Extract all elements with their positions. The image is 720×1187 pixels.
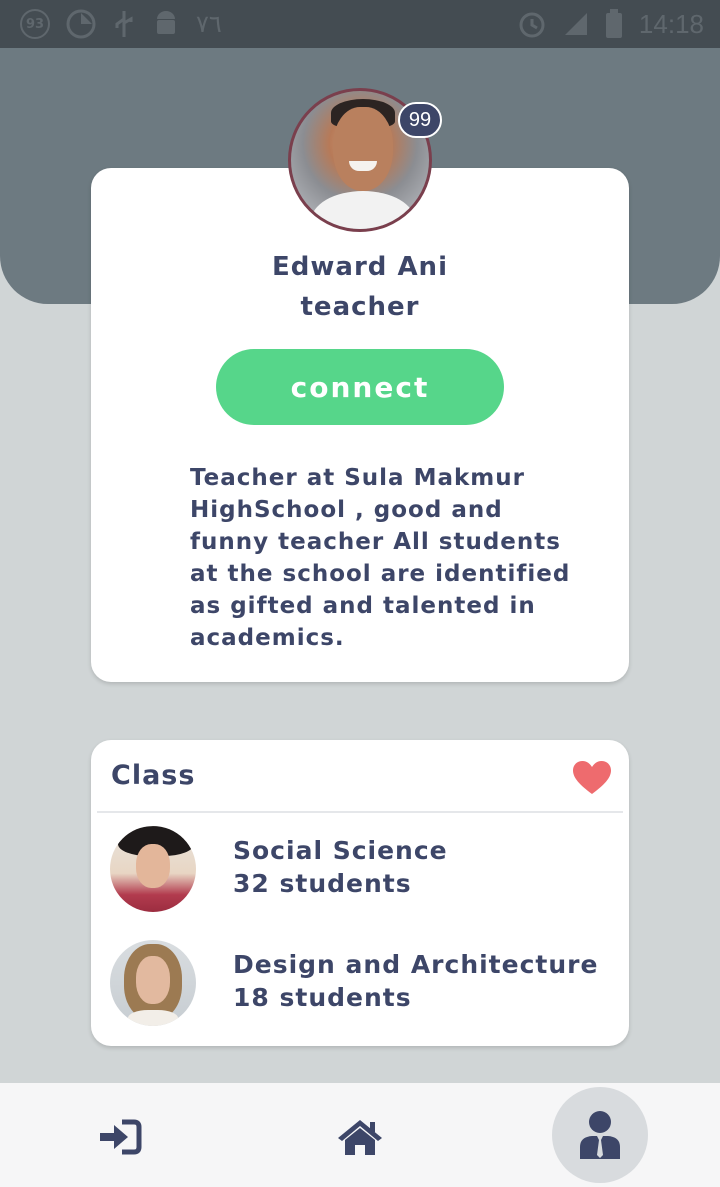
usb-icon <box>112 9 136 39</box>
heart-icon[interactable] <box>572 760 612 796</box>
class-name[interactable]: Social Science <box>233 836 448 865</box>
class-name[interactable]: Design and Architecture <box>233 950 598 979</box>
signal-icon <box>563 11 589 37</box>
profile-role: teacher <box>300 292 420 322</box>
android-icon <box>152 9 180 39</box>
battery-icon <box>605 9 623 39</box>
profile-name: Edward Ani <box>272 252 448 282</box>
status-bar: 93 ٧٦ 14:18 <box>0 0 720 48</box>
status-right-icons: 14:18 <box>517 9 704 40</box>
connect-button[interactable]: connect <box>216 349 504 425</box>
class-student-count: 32 students <box>233 869 412 898</box>
status-time: 14:18 <box>638 8 704 39</box>
alarm-icon <box>517 9 547 39</box>
login-icon[interactable] <box>95 1112 145 1162</box>
notification-badge: 99 <box>398 102 442 138</box>
class-thumbnail[interactable] <box>110 940 196 1026</box>
home-icon[interactable] <box>335 1112 385 1162</box>
notification-count-icon: 93 <box>20 9 50 39</box>
class-divider <box>97 811 623 813</box>
class-section-title: Class <box>111 760 196 791</box>
class-student-count: 18 students <box>233 983 412 1012</box>
status-left-icons: 93 ٧٦ <box>20 9 222 39</box>
profile-bio: Teacher at Sula Makmur HighSchool , good… <box>190 465 571 651</box>
pinwheel-icon <box>66 9 96 39</box>
profile-icon[interactable] <box>552 1087 648 1183</box>
arabic-app-icon: ٧٦ <box>196 10 222 38</box>
class-thumbnail[interactable] <box>110 826 196 912</box>
